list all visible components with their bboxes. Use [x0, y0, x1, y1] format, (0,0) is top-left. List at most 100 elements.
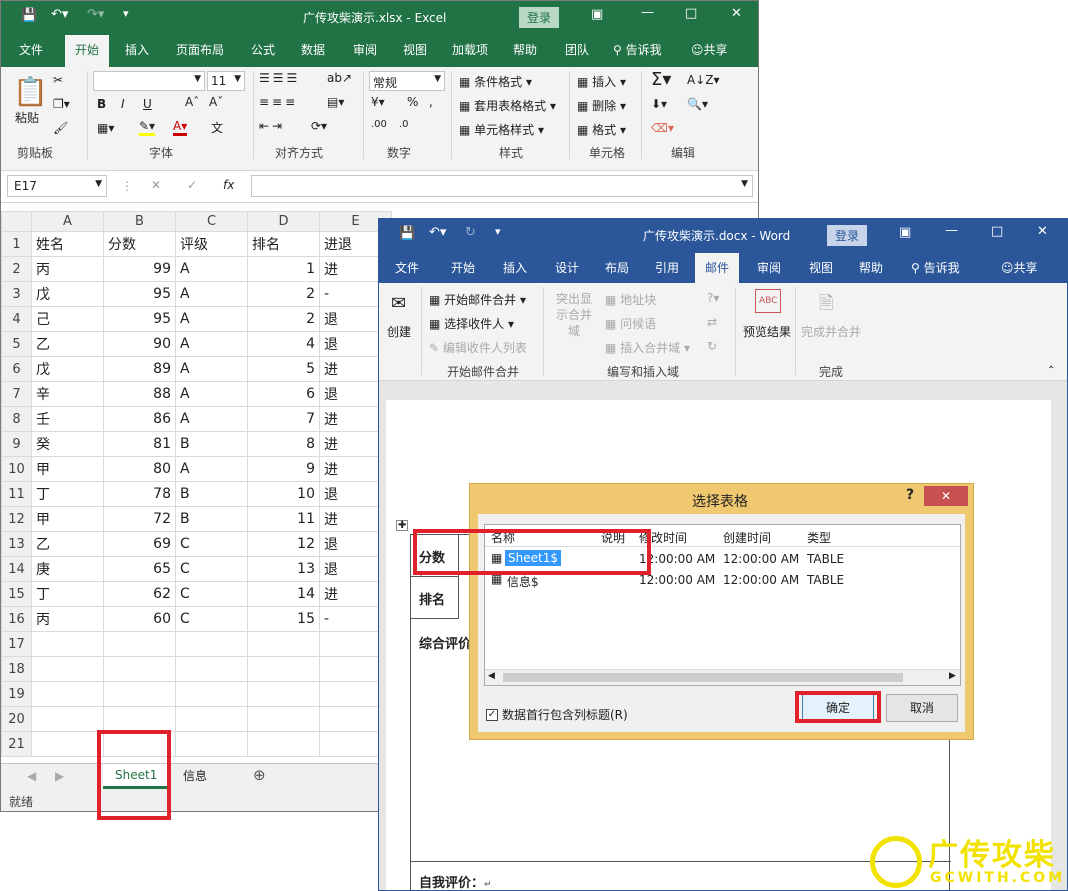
tell-me-button[interactable]: ⚲ 告诉我 [613, 41, 662, 58]
grid-cell[interactable] [31, 656, 104, 682]
share-button[interactable]: ☺共享 [691, 41, 728, 58]
grid-cell[interactable] [247, 706, 320, 732]
row-header[interactable]: 2 [1, 256, 32, 282]
tab-page-layout[interactable]: 页面布局 [176, 41, 224, 58]
grid-cell[interactable]: B [175, 481, 248, 507]
grid-cell[interactable]: 丁 [31, 581, 104, 607]
grid-cell[interactable]: B [175, 431, 248, 457]
bold-button[interactable]: B [97, 97, 106, 111]
preview-results-icon[interactable]: ABC [755, 289, 782, 313]
share-button[interactable]: ☺共享 [1001, 259, 1038, 276]
accounting-format-icon[interactable]: ¥▾ [371, 95, 385, 109]
redo-icon[interactable]: ↻ [465, 225, 476, 240]
grid-cell[interactable]: 95 [103, 281, 176, 307]
grid-cell[interactable]: 65 [103, 556, 176, 582]
grow-font-icon[interactable]: Aˆ [185, 95, 199, 109]
find-select-icon[interactable]: 🔍▾ [687, 97, 708, 111]
address-block-button[interactable]: ▦ 地址块 [605, 291, 656, 308]
borders-icon[interactable]: ▦▾ [97, 121, 114, 135]
row-header[interactable]: 14 [1, 556, 32, 582]
worksheet-grid[interactable]: A B C D E 1 姓名 分数 评级 排名 进退 2 丙 99 A 1 进 3 戊 95 A 2-4 己 95 A… [1, 211, 392, 757]
grid-cell[interactable]: 戊 [31, 356, 104, 382]
row-header[interactable]: 3 [1, 281, 32, 307]
grid-cell[interactable]: 戊 [31, 281, 104, 307]
increase-decimal-icon[interactable]: .00 [371, 119, 387, 130]
grid-cell[interactable]: 乙 [31, 331, 104, 357]
format-cells-button[interactable]: ▦ 格式 ▾ [577, 121, 626, 138]
phonetic-icon[interactable]: 文 [211, 119, 223, 136]
conditional-format-button[interactable]: ▦ 条件格式 ▾ [459, 73, 532, 90]
finish-merge-icon[interactable]: 🗎 [819, 291, 833, 321]
align-top-icons[interactable]: ☰☰☰ [259, 71, 300, 85]
fill-icon[interactable]: ⬇▾ [651, 97, 667, 111]
shrink-font-icon[interactable]: Aˇ [209, 95, 223, 109]
cancel-formula-icon[interactable]: ✕ [151, 178, 161, 192]
grid-cell[interactable]: 排名 [247, 231, 320, 257]
grid-cell[interactable]: A [175, 281, 248, 307]
row-header[interactable]: 21 [1, 731, 32, 757]
scroll-right-icon[interactable]: ▶ [949, 671, 956, 681]
grid-cell[interactable]: 81 [103, 431, 176, 457]
sort-filter-icon[interactable]: A↓Z▾ [687, 73, 720, 87]
grid-cell[interactable]: 86 [103, 406, 176, 432]
grid-cell[interactable]: A [175, 306, 248, 332]
start-mail-merge-button[interactable]: ▦ 开始邮件合并 ▾ [429, 291, 526, 308]
grid-cell[interactable]: 分数 [103, 231, 176, 257]
tab-references[interactable]: 引用 [655, 259, 679, 276]
header-row-checkbox[interactable]: ✓ 数据首行包含列标题(R) [486, 706, 628, 723]
merge-center-icon[interactable]: ▤▾ [327, 95, 344, 109]
close-icon[interactable]: ✕ [731, 6, 742, 21]
grid-cell[interactable]: 癸 [31, 431, 104, 457]
clear-icon[interactable]: ⌫▾ [651, 121, 674, 135]
tab-review[interactable]: 审阅 [353, 41, 377, 58]
grid-cell[interactable]: 己 [31, 306, 104, 332]
grid-cell[interactable] [103, 681, 176, 707]
grid-cell[interactable]: 姓名 [31, 231, 104, 257]
match-fields-icon[interactable]: ⇄ [707, 315, 717, 329]
grid-cell[interactable]: 评级 [175, 231, 248, 257]
row-header[interactable]: 20 [1, 706, 32, 732]
tab-formulas[interactable]: 公式 [251, 41, 275, 58]
grid-cell[interactable]: 1 [247, 256, 320, 282]
tab-view[interactable]: 视图 [403, 41, 427, 58]
finish-merge-button[interactable]: 完成并合并 [801, 323, 861, 340]
row-header[interactable]: 15 [1, 581, 32, 607]
decrease-decimal-icon[interactable]: .0 [399, 119, 409, 130]
maximize-icon[interactable]: □ [685, 6, 697, 21]
italic-button[interactable]: I [121, 97, 125, 111]
grid-cell[interactable]: 4 [247, 331, 320, 357]
minimize-icon[interactable]: — [945, 223, 958, 238]
insert-cells-button[interactable]: ▦ 插入 ▾ [577, 73, 626, 90]
grid-cell[interactable]: 78 [103, 481, 176, 507]
grid-cell[interactable]: 12 [247, 531, 320, 557]
grid-cell[interactable] [175, 656, 248, 682]
row-header[interactable]: 13 [1, 531, 32, 557]
grid-cell[interactable] [247, 731, 320, 757]
grid-cell[interactable]: C [175, 606, 248, 632]
grid-cell[interactable]: 丙 [31, 606, 104, 632]
grid-cell[interactable]: 7 [247, 406, 320, 432]
grid-cell[interactable] [31, 731, 104, 757]
tab-review[interactable]: 审阅 [757, 259, 781, 276]
autosum-icon[interactable]: Σ▾ [651, 69, 671, 90]
cell-styles-button[interactable]: ▦ 单元格样式 ▾ [459, 121, 544, 138]
percent-icon[interactable]: % [407, 95, 418, 109]
indent-icons[interactable]: ⇤⇥ [259, 119, 285, 133]
tab-home[interactable]: 开始 [65, 35, 110, 67]
row-header[interactable]: 16 [1, 606, 32, 632]
grid-cell[interactable]: 72 [103, 506, 176, 532]
format-painter-icon[interactable]: 🖌 [53, 121, 68, 135]
row-header[interactable]: 6 [1, 356, 32, 382]
font-family-select[interactable]: ▼ [93, 71, 205, 91]
help-button[interactable]: ? [906, 487, 914, 503]
confirm-formula-icon[interactable]: ✓ [187, 178, 197, 192]
save-icon[interactable]: 💾 [399, 226, 415, 241]
close-icon[interactable]: ✕ [924, 486, 968, 506]
align-left-icons[interactable]: ≡≡≡ [259, 95, 298, 109]
tab-layout[interactable]: 布局 [605, 259, 629, 276]
scrollbar-thumb[interactable] [503, 673, 903, 682]
tab-data[interactable]: 数据 [301, 41, 325, 58]
ribbon-display-icon[interactable]: ▣ [899, 225, 911, 240]
row-header[interactable]: 17 [1, 631, 32, 657]
grid-cell[interactable] [31, 706, 104, 732]
